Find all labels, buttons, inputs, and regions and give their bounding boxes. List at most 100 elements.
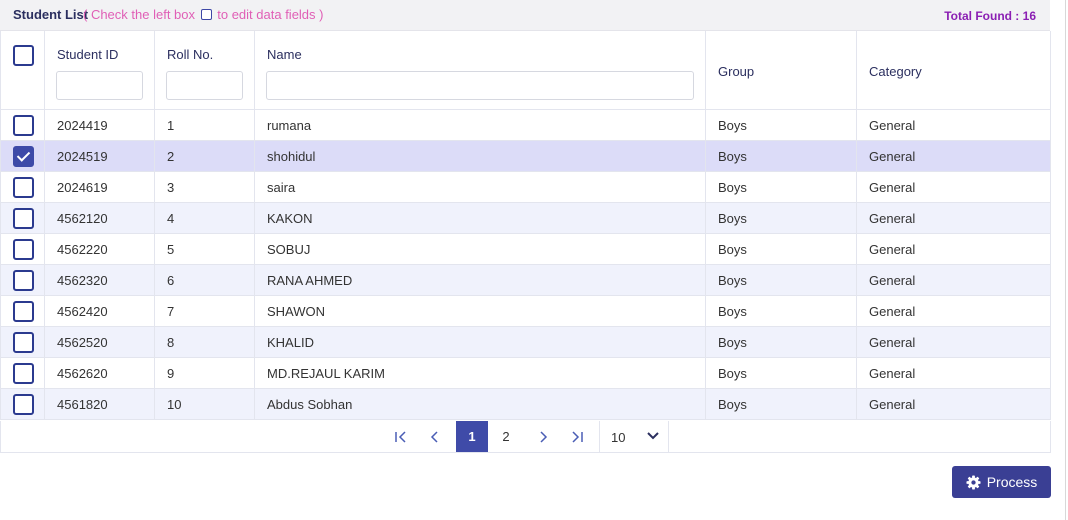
select-all-checkbox[interactable] <box>13 45 34 66</box>
name-cell: MD.REJAUL KARIM <box>255 358 706 388</box>
row-select-cell <box>1 141 45 171</box>
roll-no-cell: 7 <box>155 296 255 326</box>
roll-no-cell: 8 <box>155 327 255 357</box>
student-id-cell-text: 4562320 <box>57 273 108 288</box>
list-header: Student List ( Check the left box to edi… <box>0 0 1050 31</box>
group-cell: Boys <box>706 172 857 202</box>
roll-no-cell: 5 <box>155 234 255 264</box>
category-cell-text: General <box>869 397 916 412</box>
group-cell: Boys <box>706 234 857 264</box>
student-id-cell: 4562320 <box>45 265 155 295</box>
student-id-cell: 2024419 <box>45 110 155 140</box>
hint-suffix: to edit data fields ) <box>217 7 324 22</box>
category-cell: General <box>857 110 1050 140</box>
last-page-button[interactable] <box>566 421 588 452</box>
group-cell-text: Boys <box>718 211 747 226</box>
row-checkbox[interactable] <box>13 394 34 415</box>
student-id-cell: 4562520 <box>45 327 155 357</box>
column-label-category: Category <box>869 64 922 79</box>
name-cell: KAKON <box>255 203 706 233</box>
row-checkbox[interactable] <box>13 177 34 198</box>
category-cell-text: General <box>869 149 916 164</box>
student-id-cell-text: 4561820 <box>57 397 108 412</box>
student-id-cell: 2024519 <box>45 141 155 171</box>
chevron-down-icon <box>647 432 659 440</box>
roll-no-cell: 4 <box>155 203 255 233</box>
roll-no-cell: 6 <box>155 265 255 295</box>
page-size-select[interactable]: 10 <box>599 421 669 452</box>
student-id-cell-text: 2024419 <box>57 118 108 133</box>
process-button-label: Process <box>986 474 1038 490</box>
table-row[interactable]: 4562220 5 SOBUJ Boys General <box>1 234 1050 265</box>
student-id-filter-input[interactable] <box>56 71 143 100</box>
roll-no-cell-text: 5 <box>167 242 175 257</box>
category-cell: General <box>857 265 1050 295</box>
row-select-cell <box>1 265 45 295</box>
table-header-row: Student ID Roll No. Name Group Category <box>1 31 1050 110</box>
roll-no-cell-text: 10 <box>167 397 182 412</box>
header-student-id: Student ID <box>45 31 155 109</box>
name-filter-input[interactable] <box>266 71 694 100</box>
group-cell: Boys <box>706 296 857 326</box>
table-row[interactable]: 4562520 8 KHALID Boys General <box>1 327 1050 358</box>
name-cell-text: saira <box>267 180 296 195</box>
name-cell-text: Abdus Sobhan <box>267 397 353 412</box>
row-checkbox[interactable] <box>13 239 34 260</box>
process-button[interactable]: Process <box>952 466 1051 498</box>
student-id-cell-text: 4562220 <box>57 242 108 257</box>
prev-page-button[interactable] <box>424 421 446 452</box>
name-cell-text: shohidul <box>267 149 316 164</box>
row-checkbox[interactable] <box>13 208 34 229</box>
next-page-button[interactable] <box>532 421 554 452</box>
table-row[interactable]: 2024519 2 shohidul Boys General <box>1 141 1050 172</box>
student-id-cell-text: 4562620 <box>57 366 108 381</box>
table-row[interactable]: 4562120 4 KAKON Boys General <box>1 203 1050 234</box>
table-row[interactable]: 2024419 1 rumana Boys General <box>1 110 1050 141</box>
category-cell: General <box>857 327 1050 357</box>
row-select-cell <box>1 172 45 202</box>
table-body: 2024419 1 rumana Boys General 2024519 2 shohidu… <box>1 110 1050 420</box>
student-id-cell: 4562420 <box>45 296 155 326</box>
row-select-cell <box>1 327 45 357</box>
name-cell: saira <box>255 172 706 202</box>
category-cell: General <box>857 172 1050 202</box>
group-cell: Boys <box>706 358 857 388</box>
category-cell: General <box>857 203 1050 233</box>
gear-icon <box>966 474 981 490</box>
column-label-roll-no: Roll No. <box>167 47 214 62</box>
name-cell: RANA AHMED <box>255 265 706 295</box>
group-cell-text: Boys <box>718 335 747 350</box>
row-checkbox[interactable] <box>13 301 34 322</box>
row-checkbox[interactable] <box>13 115 34 136</box>
row-checkbox[interactable] <box>13 270 34 291</box>
category-cell-text: General <box>869 211 916 226</box>
group-cell-text: Boys <box>718 149 747 164</box>
table-row[interactable]: 4562420 7 SHAWON Boys General <box>1 296 1050 327</box>
table-row[interactable]: 2024619 3 saira Boys General <box>1 172 1050 203</box>
group-cell: Boys <box>706 265 857 295</box>
roll-no-cell-text: 8 <box>167 335 175 350</box>
roll-no-cell-text: 6 <box>167 273 175 288</box>
category-cell: General <box>857 141 1050 171</box>
table-row[interactable]: 4561820 10 Abdus Sobhan Boys General <box>1 389 1050 420</box>
row-select-cell <box>1 203 45 233</box>
header-group: Group <box>706 31 857 109</box>
page-2-button[interactable]: 2 <box>490 421 522 452</box>
name-cell: SHAWON <box>255 296 706 326</box>
table-row[interactable]: 4562620 9 MD.REJAUL KARIM Boys General <box>1 358 1050 389</box>
roll-no-cell-text: 1 <box>167 118 175 133</box>
group-cell: Boys <box>706 389 857 419</box>
group-cell: Boys <box>706 110 857 140</box>
category-cell: General <box>857 234 1050 264</box>
row-checkbox[interactable] <box>13 332 34 353</box>
row-select-cell <box>1 110 45 140</box>
roll-no-cell: 10 <box>155 389 255 419</box>
roll-no-cell-text: 7 <box>167 304 175 319</box>
roll-no-filter-input[interactable] <box>166 71 243 100</box>
student-id-cell-text: 4562120 <box>57 211 108 226</box>
table-row[interactable]: 4562320 6 RANA AHMED Boys General <box>1 265 1050 296</box>
row-checkbox[interactable] <box>13 363 34 384</box>
row-checkbox[interactable] <box>13 146 34 167</box>
page-1-button[interactable]: 1 <box>456 421 488 452</box>
first-page-button[interactable] <box>390 421 412 452</box>
